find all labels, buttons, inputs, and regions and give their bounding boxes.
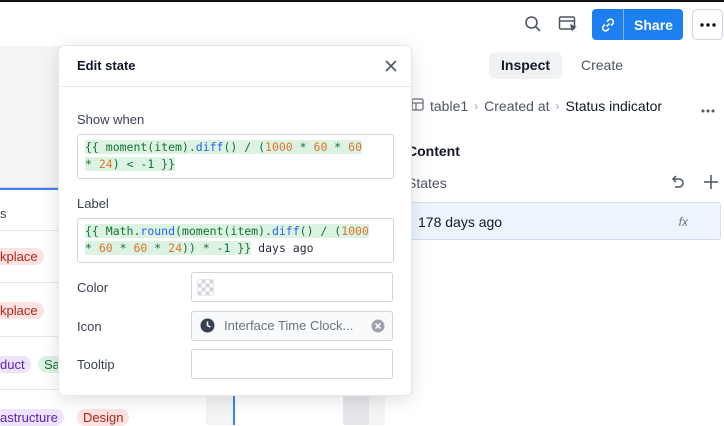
clear-icon[interactable] — [371, 319, 385, 338]
close-icon[interactable] — [383, 58, 399, 74]
chevron-right-icon: › — [474, 99, 479, 113]
search-icon[interactable] — [519, 10, 547, 38]
add-icon[interactable] — [704, 175, 718, 194]
color-label: Color — [77, 280, 109, 295]
tab-inspect[interactable]: Inspect — [489, 52, 563, 79]
tooltip-label: Tooltip — [77, 357, 115, 372]
breadcrumb-current: Status indicator — [565, 98, 663, 114]
icon-value: Interface Time Clock... — [224, 318, 354, 333]
breadcrumb-item[interactable]: Created at — [484, 98, 549, 114]
tab-create[interactable]: Create — [569, 52, 635, 79]
more-icon[interactable] — [701, 100, 715, 118]
code-line: {{ Math.round(moment(item).diff() / (100… — [85, 224, 369, 238]
tooltip-input[interactable] — [191, 349, 393, 379]
link-icon[interactable] — [592, 9, 624, 40]
label-editor[interactable]: {{ Math.round(moment(item).diff() / (100… — [77, 218, 394, 263]
edit-state-dialog: Edit state Show when {{ moment(item).dif… — [58, 45, 412, 396]
state-list-item[interactable]: 178 days ago fx — [405, 202, 721, 240]
table-icon — [411, 98, 424, 114]
breadcrumb-item[interactable]: table1 — [430, 98, 468, 114]
inspector-panel: Inspect Create table1 › Created at › Sta… — [385, 46, 724, 425]
clock-icon — [200, 318, 215, 338]
more-icon[interactable] — [692, 9, 723, 40]
undo-icon[interactable] — [669, 175, 685, 196]
breadcrumb: table1 › Created at › Status indicator — [411, 98, 662, 114]
tag: kplace — [0, 302, 44, 319]
dialog-title: Edit state — [77, 58, 136, 73]
share-button[interactable]: Share — [624, 9, 683, 40]
color-swatch[interactable] — [197, 279, 214, 296]
icon-label: Icon — [77, 319, 102, 334]
show-when-label: Show when — [77, 112, 145, 127]
formula-icon: fx — [678, 215, 688, 229]
tag: astructure — [0, 409, 64, 426]
dialog-header: Edit state — [59, 46, 411, 87]
states-label: States — [407, 175, 447, 191]
section-title: Content — [407, 143, 460, 159]
color-picker[interactable] — [191, 272, 393, 302]
tag: kplace — [0, 248, 44, 265]
preview-icon[interactable] — [554, 10, 582, 38]
code-line: {{ moment(item).diff() / (1000 * 60 * 60 — [85, 140, 363, 154]
code-line: * 24) < -1 }} — [85, 157, 176, 171]
column-header: s — [0, 206, 7, 221]
canvas-scroll-area — [343, 396, 369, 425]
state-item-label: 178 days ago — [418, 214, 503, 230]
canvas-block — [0, 68, 62, 188]
label-field-label: Label — [77, 196, 109, 211]
top-toolbar: Share — [0, 2, 724, 46]
code-line: * 60 * 60 * 24)) * -1 }} days ago — [85, 241, 314, 255]
tag: Design — [77, 409, 130, 426]
share-button-group: Share — [592, 9, 683, 40]
show-when-editor[interactable]: {{ moment(item).diff() / (1000 * 60 * 60… — [77, 134, 394, 179]
chevron-right-icon: › — [555, 99, 560, 113]
tag: duct — [0, 356, 31, 373]
icon-picker[interactable]: Interface Time Clock... — [191, 311, 393, 341]
